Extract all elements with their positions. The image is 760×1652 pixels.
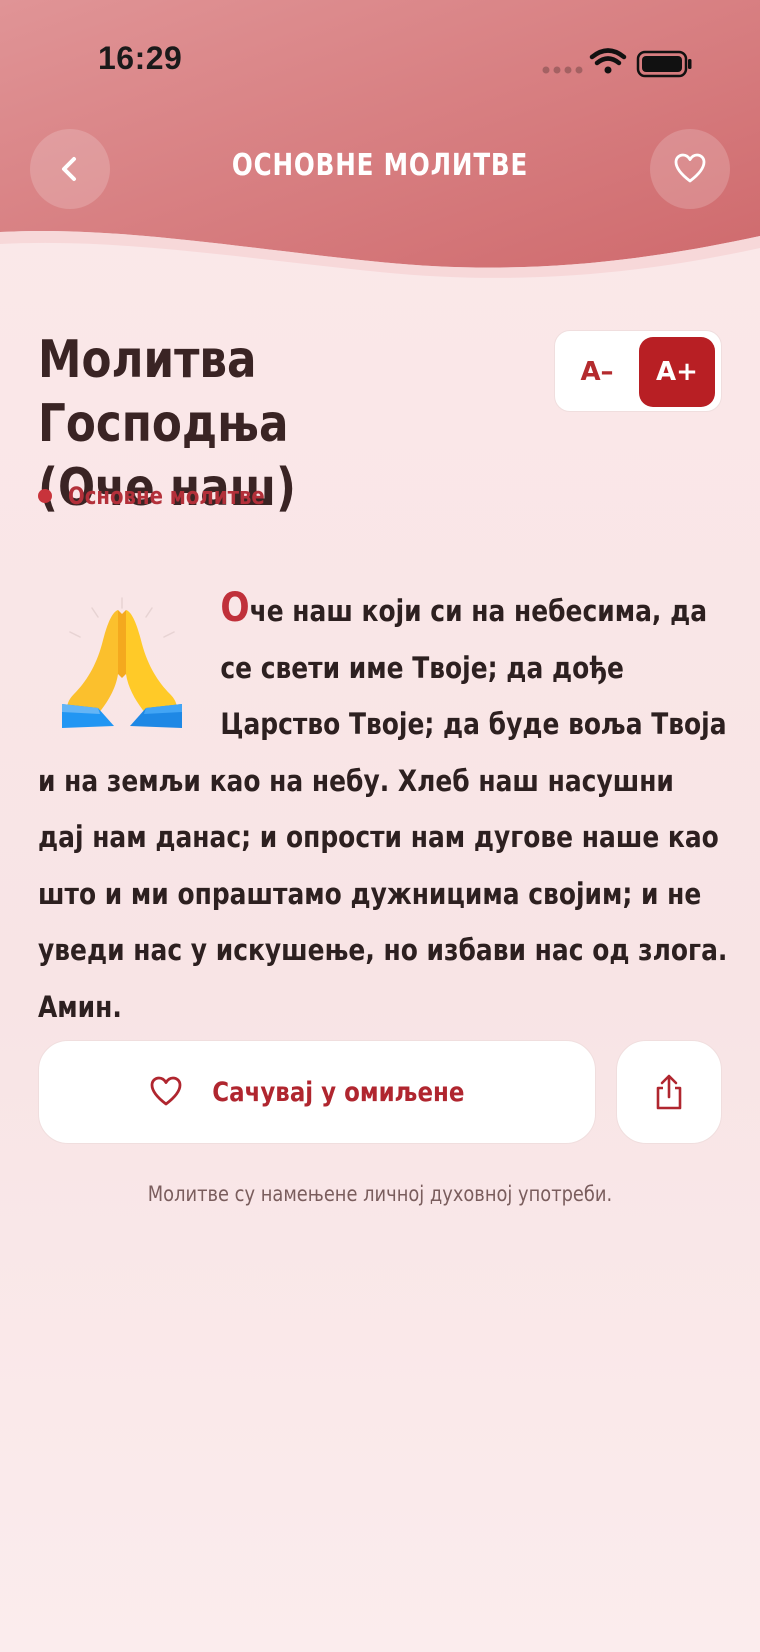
prayer-title-line1: Молитва Господња xyxy=(38,330,289,454)
prayer-paragraph: Оче наш који си на небесима, да се свети… xyxy=(38,580,728,1035)
status-time: 16:29 xyxy=(98,40,183,76)
share-button[interactable] xyxy=(616,1040,722,1144)
category-tag: Основне молитве xyxy=(38,482,308,510)
battery-icon xyxy=(636,50,692,78)
footer-note: Молитве су намењене личној духовној упот… xyxy=(147,1182,613,1206)
font-increase-button[interactable]: A+ xyxy=(639,337,715,407)
wifi-icon xyxy=(589,48,627,74)
font-decrease-button[interactable]: A– xyxy=(563,339,631,405)
prayer-text: Оче наш који си на небесима, да се свети… xyxy=(38,580,728,1035)
dropcap-letter: О xyxy=(220,585,250,631)
favorite-button[interactable] xyxy=(650,129,730,209)
chevron-left-icon xyxy=(62,157,76,181)
share-icon xyxy=(656,1074,682,1110)
signal-dots-icon xyxy=(542,66,583,74)
save-button-label: Сачувај у омиљене xyxy=(211,1076,465,1108)
category-label: Основне молитве xyxy=(68,482,265,510)
category-dot xyxy=(38,489,52,503)
back-button[interactable] xyxy=(30,129,110,209)
save-to-favorites-button[interactable]: Сачувај у омиљене xyxy=(38,1040,596,1144)
font-size-controls: A– A+ xyxy=(554,330,722,412)
page-title: ОСНОВНЕ МОЛИТВЕ xyxy=(231,148,529,183)
heart-outline-icon xyxy=(150,1076,182,1106)
status-icons xyxy=(542,48,692,78)
illustration-spacer xyxy=(38,580,220,738)
header: 16:29 ОСНОВНЕ МОЛИТВЕ xyxy=(0,0,760,280)
heart-outline-icon xyxy=(674,153,706,183)
